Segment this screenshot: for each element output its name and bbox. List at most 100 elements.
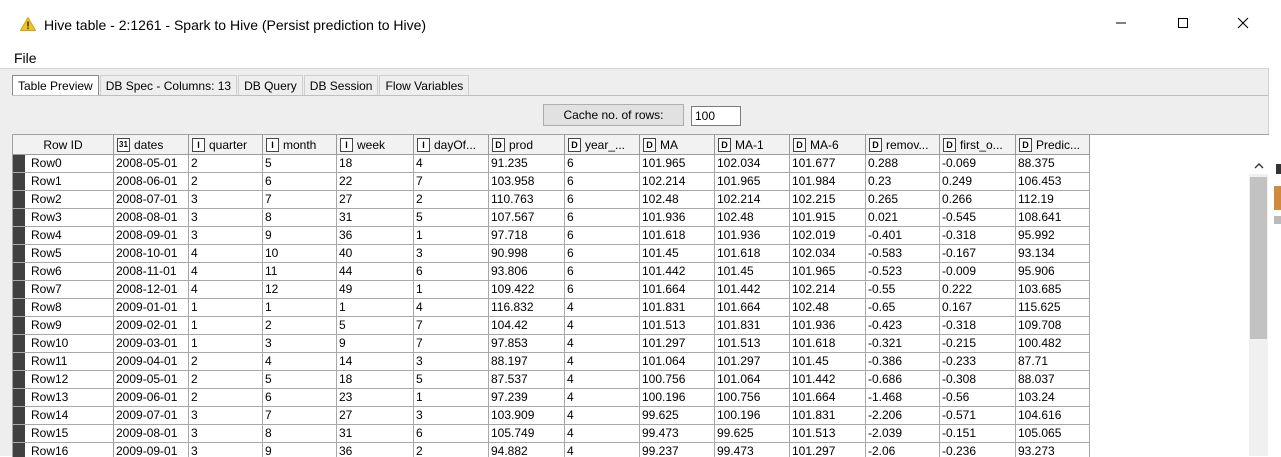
table-cell: 4 <box>565 335 640 353</box>
integer-type-icon: I <box>266 137 279 152</box>
column-header[interactable]: Imonth <box>263 135 337 155</box>
table-cell: 6 <box>565 245 640 263</box>
table-row[interactable]: Row4 2008-09-01 3 9 36 1 97.718 6 101.618 101.936… <box>13 227 1090 245</box>
maximize-button[interactable] <box>1160 8 1206 38</box>
table-cell: 102.214 <box>790 281 866 299</box>
title-bar: Hive table - 2:1261 - Spark to Hive (Per… <box>0 0 1281 44</box>
column-header-label: prod <box>509 137 534 152</box>
table-cell: 3 <box>189 191 263 209</box>
column-header-label: Predic... <box>1036 137 1081 152</box>
table-cell: 95.906 <box>1016 263 1090 281</box>
row-id-label: Row4 <box>31 228 62 242</box>
table-cell: 101.831 <box>790 407 866 425</box>
table-cell: 93.806 <box>489 263 565 281</box>
table-row[interactable]: Row0 2008-05-01 2 5 18 4 91.235 6 101.965 102.034… <box>13 155 1090 173</box>
table-cell: 5 <box>263 371 337 389</box>
table-cell: 106.453 <box>1016 173 1090 191</box>
column-header[interactable]: D Predic... <box>1016 135 1090 155</box>
table-cell: 4 <box>189 245 263 263</box>
column-header[interactable]: Iquarter <box>189 135 263 155</box>
column-header[interactable]: D MA <box>640 135 715 155</box>
table-row[interactable]: Row14 2009-07-01 3 7 27 3 103.909 4 99.625 100.19… <box>13 407 1090 425</box>
close-button[interactable] <box>1220 8 1266 38</box>
table-cell: -0.386 <box>866 353 940 371</box>
table-row[interactable]: Row3 2008-08-01 3 8 31 5 107.567 6 101.936 102.48… <box>13 209 1090 227</box>
table-cell: 87.537 <box>489 371 565 389</box>
tab-db-spec[interactable]: DB Spec - Columns: 13 <box>99 75 238 95</box>
table-cell: 6 <box>414 263 489 281</box>
table-cell: 112.19 <box>1016 191 1090 209</box>
scrollbar-thumb[interactable] <box>1250 177 1267 339</box>
table-row[interactable]: Row6 2008-11-01 4 11 44 6 93.806 6 101.442 101.45… <box>13 263 1090 281</box>
column-header-label: MA-1 <box>735 137 764 152</box>
column-header[interactable]: Dfirst_o... <box>940 135 1016 155</box>
tab-db-query[interactable]: DB Query <box>238 75 303 95</box>
column-header[interactable]: D MA-6 <box>790 135 866 155</box>
row-id-label: Row12 <box>31 372 69 386</box>
table-row[interactable]: Row7 2008-12-01 4 12 49 1 109.422 6 101.664 101.4… <box>13 281 1090 299</box>
table-row[interactable]: Row5 2008-10-01 4 10 40 3 90.998 6 101.45 101.618… <box>13 245 1090 263</box>
table-cell: 22 <box>337 173 414 191</box>
tab-flow-variables[interactable]: Flow Variables <box>379 75 470 95</box>
table-cell: 4 <box>565 425 640 443</box>
table-cell: 3 <box>189 407 263 425</box>
table-row[interactable]: Row1 2008-06-01 2 6 22 7 103.958 6 102.214 101.96… <box>13 173 1090 191</box>
row-id-cell: Row0 <box>13 155 114 173</box>
column-header[interactable]: 31 dates <box>114 135 189 155</box>
cache-rows-input[interactable]: 100 <box>691 106 741 126</box>
table-row[interactable]: Row2 2008-07-01 3 7 27 2 110.763 6 102.48 102.214… <box>13 191 1090 209</box>
row-id-header[interactable]: Row ID <box>13 135 114 155</box>
table-cell: 109.708 <box>1016 317 1090 335</box>
table-cell: 105.065 <box>1016 425 1090 443</box>
tab-db-session[interactable]: DB Session <box>303 75 379 95</box>
table-cell: 102.214 <box>715 191 790 209</box>
table-cell: 88.037 <box>1016 371 1090 389</box>
table-cell: -0.523 <box>866 263 940 281</box>
table-cell: 101.45 <box>640 245 715 263</box>
table-cell: 87.71 <box>1016 353 1090 371</box>
table-cell: 8 <box>263 209 337 227</box>
column-header[interactable]: D MA-1 <box>715 135 790 155</box>
minimize-button[interactable] <box>1098 8 1144 38</box>
table-row[interactable]: Row13 2009-06-01 2 6 23 1 97.239 4 100.196 100.75… <box>13 389 1090 407</box>
column-header[interactable]: Dyear_... <box>565 135 640 155</box>
table-cell: 101.297 <box>715 353 790 371</box>
table-cell: 27 <box>337 407 414 425</box>
table-cell: 3 <box>414 407 489 425</box>
window-title: Hive table - 2:1261 - Spark to Hive (Per… <box>44 17 427 33</box>
column-header-label: dayOf... <box>434 137 477 152</box>
menu-file[interactable]: File <box>14 50 37 66</box>
column-header[interactable]: Iweek <box>337 135 414 155</box>
table-row[interactable]: Row10 2009-03-01 1 3 9 7 97.853 4 101.297 101.513… <box>13 335 1090 353</box>
tab-bar: Table Preview DB Spec - Columns: 13 DB Q… <box>12 75 470 95</box>
table-cell: -0.233 <box>940 353 1016 371</box>
table-cell: 2 <box>189 353 263 371</box>
table-cell: 2009-02-01 <box>114 317 189 335</box>
table-cell: -0.009 <box>940 263 1016 281</box>
close-icon <box>1237 17 1249 29</box>
table-row[interactable]: Row8 2009-01-01 1 1 1 4 116.832 4 101.831 101.664… <box>13 299 1090 317</box>
scroll-up-button[interactable] <box>1249 157 1268 174</box>
table-cell: 2008-11-01 <box>114 263 189 281</box>
tab-table-preview[interactable]: Table Preview <box>12 75 99 95</box>
column-header[interactable]: Dprod <box>489 135 565 155</box>
table-cell: 101.442 <box>640 263 715 281</box>
table-cell: 91.235 <box>489 155 565 173</box>
table-row[interactable]: Row11 2009-04-01 2 4 14 3 88.197 4 101.064 101.29… <box>13 353 1090 371</box>
table-row[interactable]: Row15 2009-08-01 3 8 31 6 105.749 4 99.473 99.625… <box>13 425 1090 443</box>
table-cell: 101.064 <box>715 371 790 389</box>
table-cell: 3 <box>189 209 263 227</box>
table-cell: 105.749 <box>489 425 565 443</box>
chevron-up-icon <box>1254 163 1263 169</box>
table-cell: -0.069 <box>940 155 1016 173</box>
table-row[interactable]: Row9 2009-02-01 1 2 5 7 104.42 4 101.513 101.831 1… <box>13 317 1090 335</box>
table-cell: -0.308 <box>940 371 1016 389</box>
cache-rows-button[interactable]: Cache no. of rows: <box>543 104 684 126</box>
row-marker <box>13 263 25 280</box>
table-row[interactable]: Row12 2009-05-01 2 5 18 5 87.537 4 100.756 101.06… <box>13 371 1090 389</box>
column-header[interactable]: Dremov... <box>866 135 940 155</box>
table-cell: -0.401 <box>866 227 940 245</box>
row-marker <box>13 173 25 190</box>
table-cell: 102.214 <box>640 173 715 191</box>
column-header[interactable]: IdayOf... <box>414 135 489 155</box>
